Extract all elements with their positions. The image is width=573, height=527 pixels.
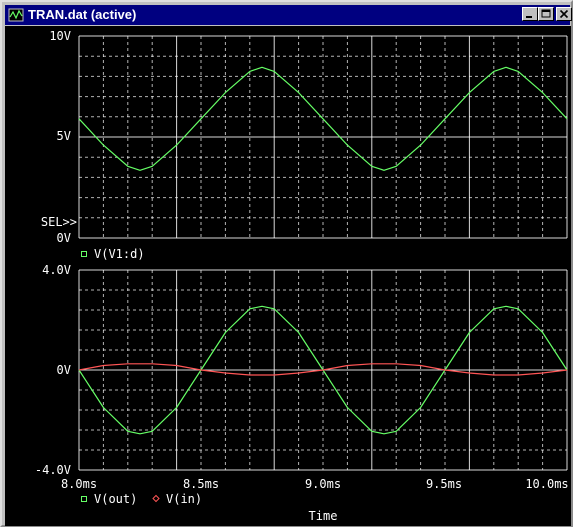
lower-legend: V(out) V(in) xyxy=(81,492,202,506)
lower-y-tick-top: 4.0V xyxy=(42,263,71,277)
trace-v-v1-d xyxy=(78,66,568,171)
lower-y-tick-bottom: -4.0V xyxy=(35,463,71,477)
x-tick-9-5ms: 9.5ms xyxy=(426,477,462,491)
x-tick-9-0ms: 9.0ms xyxy=(305,477,341,491)
probe-app-icon xyxy=(8,8,24,22)
selector-marker[interactable]: SEL>> xyxy=(41,215,77,229)
probe-window: TRAN.dat (active) 10V 5V 0V SEL>> V(V1:d… xyxy=(0,0,573,527)
close-button[interactable] xyxy=(556,7,572,21)
upper-legend: V(V1:d) xyxy=(81,247,145,261)
minimize-button[interactable] xyxy=(522,7,538,21)
legend-marker-square xyxy=(81,251,87,257)
legend-label-vout[interactable]: V(out) xyxy=(94,492,137,506)
upper-plot-grid xyxy=(78,35,568,239)
lower-y-tick-mid: 0V xyxy=(57,363,71,377)
x-tick-10-0ms: 10.0ms xyxy=(525,477,568,491)
upper-plot-traces xyxy=(78,66,568,171)
close-icon xyxy=(559,9,569,19)
upper-y-tick-mid: 5V xyxy=(57,129,71,143)
maximize-icon xyxy=(541,9,551,18)
upper-y-tick-top: 10V xyxy=(49,29,71,43)
plot-area[interactable]: 10V 5V 0V SEL>> V(V1:d) 4.0V 0V -4.0V 8.… xyxy=(5,26,571,526)
legend-label-vin[interactable]: V(in) xyxy=(166,492,202,506)
x-tick-8-5ms: 8.5ms xyxy=(183,477,219,491)
legend-label-v1d[interactable]: V(V1:d) xyxy=(94,247,145,261)
upper-y-tick-bottom: 0V xyxy=(57,231,71,245)
window-title: TRAN.dat (active) xyxy=(28,7,137,22)
title-bar[interactable]: TRAN.dat (active) xyxy=(5,5,572,25)
legend-marker-square xyxy=(81,496,87,502)
legend-marker-diamond xyxy=(152,494,160,503)
maximize-button[interactable] xyxy=(538,7,554,21)
x-tick-8-0ms: 8.0ms xyxy=(61,477,97,491)
minimize-icon xyxy=(526,16,532,18)
x-axis-label: Time xyxy=(309,509,338,523)
